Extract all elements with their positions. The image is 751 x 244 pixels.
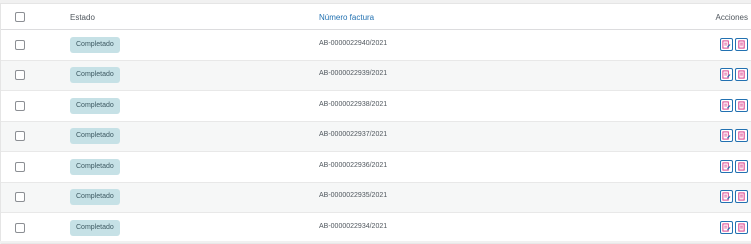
- row-actions: [720, 220, 748, 234]
- row-actions: [720, 68, 748, 82]
- row-actions: [720, 190, 748, 204]
- column-header-acciones: Acciones: [715, 13, 748, 22]
- pdf-invoice-button[interactable]: [735, 159, 748, 173]
- edit-document-icon: [722, 162, 731, 171]
- row-checkbox[interactable]: [15, 70, 25, 81]
- row-checkbox[interactable]: [15, 222, 25, 233]
- edit-invoice-button[interactable]: [720, 220, 733, 234]
- edit-document-icon: [722, 40, 731, 49]
- pdf-document-icon: [737, 40, 746, 49]
- table-row: Completado AB-0000022940/2021: [1, 30, 751, 61]
- edit-document-icon: [722, 192, 731, 201]
- row-actions: [720, 159, 748, 173]
- edit-document-icon: [722, 223, 731, 232]
- status-badge: Completado: [70, 67, 120, 84]
- column-header-estado[interactable]: Estado: [70, 13, 95, 22]
- pdf-document-icon: [737, 131, 746, 140]
- invoice-number: AB-0000022935/2021: [319, 192, 388, 200]
- invoice-number: AB-0000022938/2021: [319, 100, 388, 108]
- status-badge: Completado: [70, 97, 120, 114]
- invoice-number: AB-0000022934/2021: [319, 222, 388, 230]
- pdf-invoice-button[interactable]: [735, 190, 748, 204]
- edit-invoice-button[interactable]: [720, 159, 733, 173]
- row-actions: [720, 37, 748, 51]
- pdf-invoice-button[interactable]: [735, 37, 748, 51]
- status-badge: Completado: [70, 128, 120, 145]
- pdf-invoice-button[interactable]: [735, 68, 748, 82]
- table-header: Estado Número factura Acciones: [1, 4, 751, 30]
- pdf-document-icon: [737, 70, 746, 79]
- column-header-numero-factura[interactable]: Número factura: [319, 13, 374, 22]
- status-badge: Completado: [70, 36, 120, 53]
- row-actions: [720, 129, 748, 143]
- invoice-number: AB-0000022936/2021: [319, 161, 388, 169]
- edit-document-icon: [722, 131, 731, 140]
- row-checkbox[interactable]: [15, 100, 25, 111]
- edit-document-icon: [722, 70, 731, 79]
- row-checkbox[interactable]: [15, 131, 25, 142]
- select-all-checkbox[interactable]: [15, 11, 25, 22]
- table-row: Completado AB-0000022935/2021: [1, 182, 751, 213]
- pdf-invoice-button[interactable]: [735, 220, 748, 234]
- row-checkbox[interactable]: [15, 161, 25, 172]
- status-badge: Completado: [70, 189, 120, 206]
- pdf-document-icon: [737, 192, 746, 201]
- table-row: Completado AB-0000022937/2021: [1, 121, 751, 152]
- status-badge: Completado: [70, 219, 120, 236]
- edit-invoice-button[interactable]: [720, 129, 733, 143]
- status-badge: Completado: [70, 158, 120, 175]
- invoice-number: AB-0000022940/2021: [319, 39, 388, 47]
- edit-invoice-button[interactable]: [720, 37, 733, 51]
- invoices-table: Estado Número factura Acciones Completad…: [0, 3, 751, 244]
- row-checkbox[interactable]: [15, 192, 25, 203]
- table-row: Completado AB-0000022936/2021: [1, 152, 751, 183]
- edit-invoice-button[interactable]: [720, 98, 733, 112]
- pdf-document-icon: [737, 223, 746, 232]
- invoice-number: AB-0000022937/2021: [319, 131, 388, 139]
- table-row: Completado AB-0000022938/2021: [1, 91, 751, 122]
- edit-invoice-button[interactable]: [720, 68, 733, 82]
- edit-invoice-button[interactable]: [720, 190, 733, 204]
- pdf-invoice-button[interactable]: [735, 98, 748, 112]
- invoice-number: AB-0000022939/2021: [319, 70, 388, 78]
- edit-document-icon: [722, 101, 731, 110]
- pdf-document-icon: [737, 101, 746, 110]
- table-row: Completado AB-0000022939/2021: [1, 60, 751, 91]
- row-actions: [720, 98, 748, 112]
- pdf-invoice-button[interactable]: [735, 129, 748, 143]
- pdf-document-icon: [737, 162, 746, 171]
- table-row: Completado AB-0000022934/2021: [1, 213, 751, 244]
- row-checkbox[interactable]: [15, 39, 25, 50]
